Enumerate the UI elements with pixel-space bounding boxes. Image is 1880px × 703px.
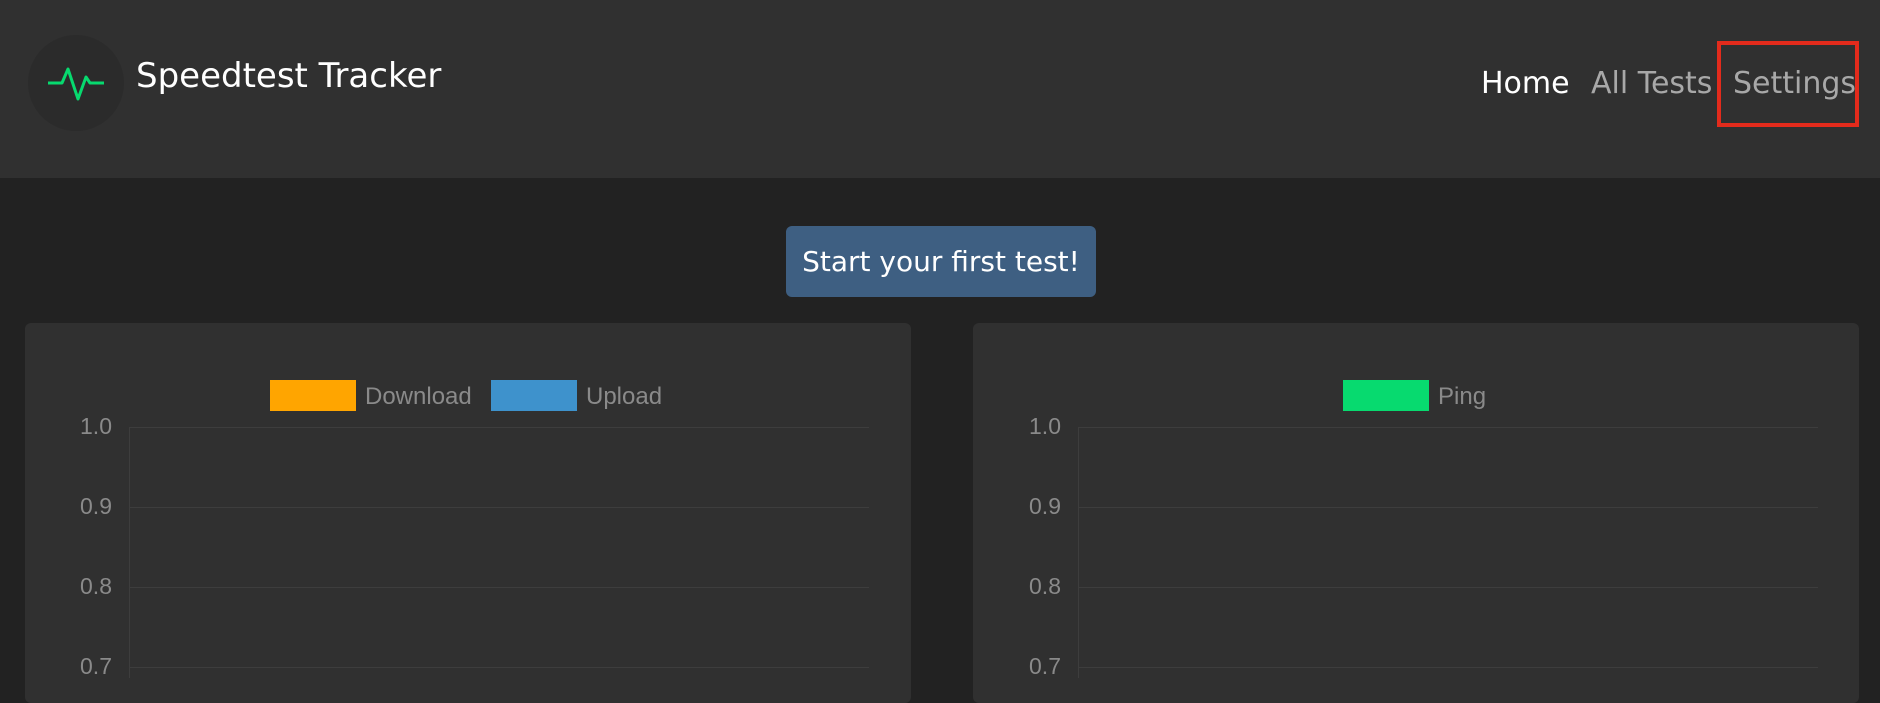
ping-swatch xyxy=(1343,380,1429,411)
app-title[interactable]: Speedtest Tracker xyxy=(136,56,441,96)
legend-item-ping[interactable]: Ping xyxy=(1343,380,1503,411)
ping-chart-y-tick: 0.8 xyxy=(1029,573,1061,599)
ping-chart-y-tick: 1.0 xyxy=(1029,413,1061,439)
legend-label-download: Download xyxy=(365,383,472,410)
nav-home-link[interactable]: Home xyxy=(1481,66,1570,101)
ping-chart-gridline xyxy=(1078,507,1818,508)
speed-chart-y-tick: 0.9 xyxy=(80,493,112,519)
ping-chart-gridline xyxy=(1078,667,1818,668)
download-swatch xyxy=(270,380,356,411)
start-first-test-button[interactable]: Start your first test! xyxy=(786,226,1096,297)
speed-chart-gridline xyxy=(129,587,869,588)
speed-chart-gridline xyxy=(129,667,869,668)
legend-label-upload: Upload xyxy=(586,383,663,410)
ping-chart-gridline xyxy=(1078,587,1818,588)
activity-pulse-icon xyxy=(48,67,104,101)
speed-chart-y-tick: 0.7 xyxy=(80,653,112,679)
top-navbar: Speedtest Tracker Home All Tests Setting… xyxy=(0,0,1880,178)
ping-chart-y-axis xyxy=(1078,427,1079,678)
speed-chart-y-tick: 0.8 xyxy=(80,573,112,599)
ping-chart-y-tick: 0.9 xyxy=(1029,493,1061,519)
settings-highlight-box xyxy=(1717,41,1859,127)
legend-item-upload[interactable]: Upload xyxy=(491,380,671,411)
speed-chart-gridline xyxy=(129,427,869,428)
ping-chart-gridline xyxy=(1078,427,1818,428)
logo[interactable] xyxy=(28,35,124,131)
speed-chart-y-axis xyxy=(129,427,130,678)
speed-chart-gridline xyxy=(129,507,869,508)
legend-label-ping: Ping xyxy=(1438,383,1487,410)
legend-item-download[interactable]: Download xyxy=(270,380,475,411)
speed-chart-y-tick: 1.0 xyxy=(80,413,112,439)
upload-swatch xyxy=(491,380,577,411)
nav-all-tests-link[interactable]: All Tests xyxy=(1591,66,1712,101)
ping-chart-y-tick: 0.7 xyxy=(1029,653,1061,679)
